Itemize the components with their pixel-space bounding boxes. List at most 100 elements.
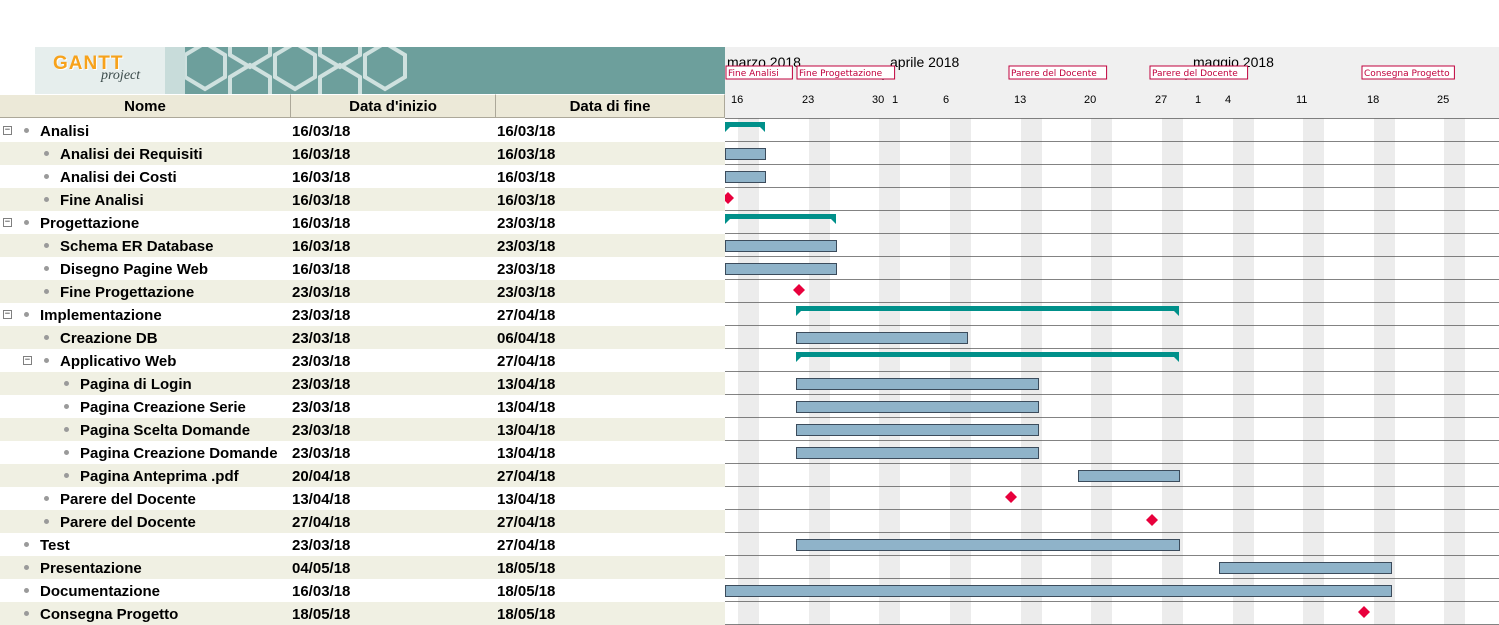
task-start-date[interactable]: 16/03/18	[292, 142, 350, 165]
task-name[interactable]: Disegno Pagine Web	[60, 257, 208, 280]
task-start-date[interactable]: 23/03/18	[292, 533, 350, 556]
task-row[interactable]: Analisi dei Costi 16/03/18 16/03/18	[0, 165, 725, 188]
column-header-end[interactable]: Data di fine	[496, 94, 725, 118]
task-name[interactable]: Schema ER Database	[60, 234, 213, 257]
task-end-date[interactable]: 13/04/18	[497, 418, 555, 441]
gantt-chart[interactable]: marzo 2018 aprile 2018 maggio 2018 16 23 30 1 6…	[725, 0, 1499, 625]
task-name[interactable]: Presentazione	[40, 556, 142, 579]
task-end-date[interactable]: 16/03/18	[497, 142, 555, 165]
task-start-date[interactable]: 04/05/18	[292, 556, 350, 579]
task-start-date[interactable]: 16/03/18	[292, 257, 350, 280]
task-end-date[interactable]: 27/04/18	[497, 464, 555, 487]
collapse-toggle-icon[interactable]: −	[23, 356, 32, 365]
task-name[interactable]: Pagina Creazione Serie	[80, 395, 246, 418]
task-start-date[interactable]: 23/03/18	[292, 303, 350, 326]
task-name[interactable]: Creazione DB	[60, 326, 158, 349]
task-end-date[interactable]: 23/03/18	[497, 234, 555, 257]
task-end-date[interactable]: 27/04/18	[497, 510, 555, 533]
task-row[interactable]: Pagina Scelta Domande 23/03/18 13/04/18	[0, 418, 725, 441]
task-row[interactable]: Pagina Anteprima .pdf 20/04/18 27/04/18	[0, 464, 725, 487]
milestone-flag: Fine Progettazione	[796, 65, 896, 80]
task-row[interactable]: − Progettazione 16/03/18 23/03/18	[0, 211, 725, 234]
task-name[interactable]: Fine Analisi	[60, 188, 144, 211]
task-end-date[interactable]: 27/04/18	[497, 349, 555, 372]
task-row[interactable]: Fine Analisi 16/03/18 16/03/18	[0, 188, 725, 211]
task-name[interactable]: Documentazione	[40, 579, 160, 602]
task-name[interactable]: Fine Progettazione	[60, 280, 194, 303]
task-start-date[interactable]: 16/03/18	[292, 119, 350, 142]
task-end-date[interactable]: 18/05/18	[497, 602, 555, 625]
task-start-date[interactable]: 16/03/18	[292, 234, 350, 257]
task-start-date[interactable]: 23/03/18	[292, 418, 350, 441]
task-row[interactable]: Pagina Creazione Serie 23/03/18 13/04/18	[0, 395, 725, 418]
task-start-date[interactable]: 23/03/18	[292, 395, 350, 418]
task-name[interactable]: Parere del Docente	[60, 487, 196, 510]
task-start-date[interactable]: 23/03/18	[292, 280, 350, 303]
task-start-date[interactable]: 13/04/18	[292, 487, 350, 510]
task-name[interactable]: Implementazione	[40, 303, 162, 326]
task-row[interactable]: − Implementazione 23/03/18 27/04/18	[0, 303, 725, 326]
task-start-date[interactable]: 23/03/18	[292, 349, 350, 372]
task-start-date[interactable]: 23/03/18	[292, 441, 350, 464]
task-end-date[interactable]: 23/03/18	[497, 257, 555, 280]
collapse-toggle-icon[interactable]: −	[3, 126, 12, 135]
task-name[interactable]: Progettazione	[40, 211, 139, 234]
task-row[interactable]: − Applicativo Web 23/03/18 27/04/18	[0, 349, 725, 372]
gantt-chart-canvas[interactable]: marzo 2018 aprile 2018 maggio 201816 23 30 1 6…	[725, 0, 1499, 625]
task-end-date[interactable]: 16/03/18	[497, 188, 555, 211]
task-name[interactable]: Analisi	[40, 119, 89, 142]
column-header-start[interactable]: Data d'inizio	[291, 94, 496, 118]
task-end-date[interactable]: 18/05/18	[497, 579, 555, 602]
task-end-date[interactable]: 13/04/18	[497, 395, 555, 418]
day-tick-label: 4	[1225, 94, 1231, 106]
task-end-date[interactable]: 27/04/18	[497, 303, 555, 326]
task-start-date[interactable]: 27/04/18	[292, 510, 350, 533]
task-name[interactable]: Consegna Progetto	[40, 602, 178, 625]
task-start-date[interactable]: 20/04/18	[292, 464, 350, 487]
task-name[interactable]: Test	[40, 533, 70, 556]
task-end-date[interactable]: 16/03/18	[497, 165, 555, 188]
task-row[interactable]: − Analisi 16/03/18 16/03/18	[0, 119, 725, 142]
task-row[interactable]: Pagina Creazione Domande 23/03/18 13/04/18	[0, 441, 725, 464]
task-row[interactable]: Fine Progettazione 23/03/18 23/03/18	[0, 280, 725, 303]
task-row[interactable]: Creazione DB 23/03/18 06/04/18	[0, 326, 725, 349]
task-row[interactable]: Documentazione 16/03/18 18/05/18	[0, 579, 725, 602]
column-header-name[interactable]: Nome	[0, 94, 291, 118]
task-row[interactable]: Consegna Progetto 18/05/18 18/05/18	[0, 602, 725, 625]
task-row[interactable]: Parere del Docente 13/04/18 13/04/18	[0, 487, 725, 510]
task-name[interactable]: Pagina Creazione Domande	[80, 441, 278, 464]
task-row[interactable]: Schema ER Database 16/03/18 23/03/18	[0, 234, 725, 257]
task-row[interactable]: Analisi dei Requisiti 16/03/18 16/03/18	[0, 142, 725, 165]
task-end-date[interactable]: 27/04/18	[497, 533, 555, 556]
task-end-date[interactable]: 13/04/18	[497, 487, 555, 510]
task-start-date[interactable]: 16/03/18	[292, 165, 350, 188]
task-row[interactable]: Test 23/03/18 27/04/18	[0, 533, 725, 556]
task-name[interactable]: Parere del Docente	[60, 510, 196, 533]
task-start-date[interactable]: 16/03/18	[292, 188, 350, 211]
task-name[interactable]: Pagina Scelta Domande	[80, 418, 250, 441]
task-row[interactable]: Disegno Pagine Web 16/03/18 23/03/18	[0, 257, 725, 280]
task-row[interactable]: Parere del Docente 27/04/18 27/04/18	[0, 510, 725, 533]
task-start-date[interactable]: 16/03/18	[292, 579, 350, 602]
task-start-date[interactable]: 18/05/18	[292, 602, 350, 625]
task-start-date[interactable]: 16/03/18	[292, 211, 350, 234]
task-name[interactable]: Analisi dei Costi	[60, 165, 177, 188]
task-row[interactable]: Presentazione 04/05/18 18/05/18	[0, 556, 725, 579]
task-end-date[interactable]: 13/04/18	[497, 441, 555, 464]
task-end-date[interactable]: 13/04/18	[497, 372, 555, 395]
task-row[interactable]: Pagina di Login 23/03/18 13/04/18	[0, 372, 725, 395]
collapse-toggle-icon[interactable]: −	[3, 310, 12, 319]
day-tick-label: 20	[1084, 94, 1096, 106]
task-end-date[interactable]: 16/03/18	[497, 119, 555, 142]
collapse-toggle-icon[interactable]: −	[3, 218, 12, 227]
task-end-date[interactable]: 18/05/18	[497, 556, 555, 579]
task-end-date[interactable]: 06/04/18	[497, 326, 555, 349]
task-start-date[interactable]: 23/03/18	[292, 326, 350, 349]
task-end-date[interactable]: 23/03/18	[497, 280, 555, 303]
task-name[interactable]: Pagina Anteprima .pdf	[80, 464, 239, 487]
task-end-date[interactable]: 23/03/18	[497, 211, 555, 234]
task-name[interactable]: Pagina di Login	[80, 372, 192, 395]
task-name[interactable]: Applicativo Web	[60, 349, 176, 372]
task-start-date[interactable]: 23/03/18	[292, 372, 350, 395]
task-name[interactable]: Analisi dei Requisiti	[60, 142, 203, 165]
